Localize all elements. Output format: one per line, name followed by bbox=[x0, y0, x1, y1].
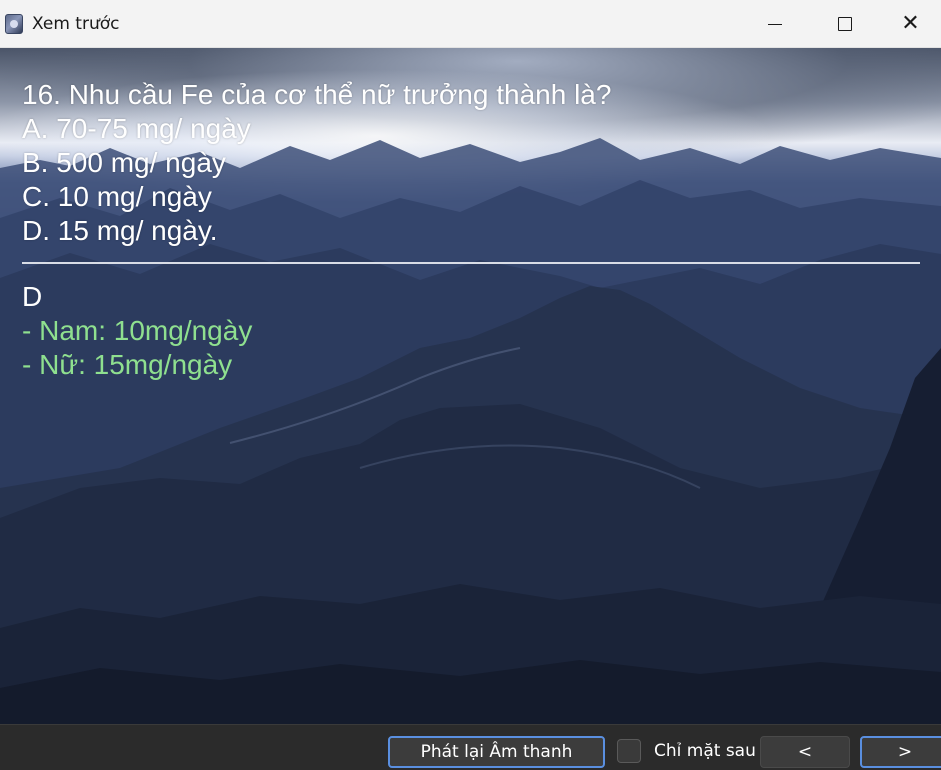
answer-note-male: - Nam: 10mg/ngày bbox=[22, 315, 253, 346]
question-block: 16. Nhu cầu Fe của cơ thể nữ trưởng thàn… bbox=[22, 78, 611, 248]
card-preview-area: 16. Nhu cầu Fe của cơ thể nữ trưởng thàn… bbox=[0, 48, 941, 724]
back-only-checkbox[interactable] bbox=[617, 739, 641, 763]
close-icon: ✕ bbox=[901, 11, 920, 36]
app-icon bbox=[5, 14, 23, 34]
question-text: 16. Nhu cầu Fe của cơ thể nữ trưởng thàn… bbox=[22, 79, 612, 110]
answer-divider bbox=[22, 262, 920, 264]
title-bar[interactable]: Xem trước ✕ bbox=[0, 0, 941, 48]
close-button[interactable]: ✕ bbox=[880, 0, 941, 48]
replay-audio-button[interactable]: Phát lại Âm thanh bbox=[388, 736, 605, 768]
minimize-icon bbox=[768, 23, 782, 25]
option-d: D. 15 mg/ ngày. bbox=[22, 215, 218, 246]
preview-toolbar: Phát lại Âm thanh Chỉ mặt sau < > bbox=[0, 724, 941, 770]
window-title: Xem trước bbox=[32, 14, 120, 34]
back-only-label[interactable]: Chỉ mặt sau bbox=[654, 741, 756, 761]
minimize-button[interactable] bbox=[740, 0, 810, 48]
answer-letter: D bbox=[22, 281, 43, 312]
option-b: B. 500 mg/ ngày bbox=[22, 147, 226, 178]
option-a: A. 70-75 mg/ ngày bbox=[22, 113, 251, 144]
maximize-icon bbox=[838, 17, 852, 31]
answer-block: D - Nam: 10mg/ngày - Nữ: 15mg/ngày bbox=[22, 280, 252, 382]
preview-window: Xem trước ✕ 16. Nhu cầu Fe của cơ thể nữ… bbox=[0, 0, 941, 770]
option-c: C. 10 mg/ ngày bbox=[22, 181, 212, 212]
next-card-button[interactable]: > bbox=[860, 736, 941, 768]
answer-note-female: - Nữ: 15mg/ngày bbox=[22, 349, 233, 380]
previous-card-button[interactable]: < bbox=[760, 736, 850, 768]
maximize-button[interactable] bbox=[810, 0, 880, 48]
